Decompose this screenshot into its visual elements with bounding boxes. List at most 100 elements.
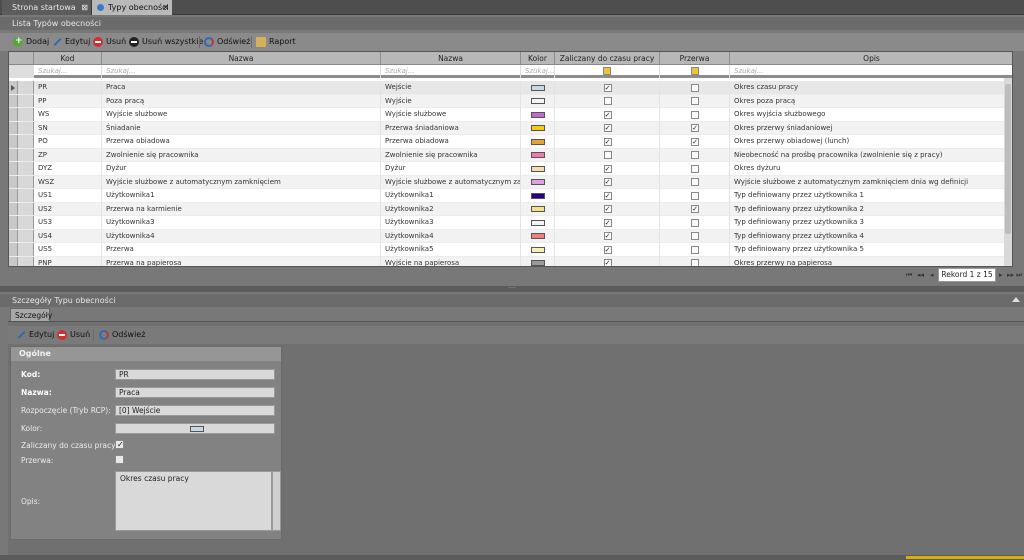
cell-zaliczany[interactable] — [555, 216, 660, 230]
cell-opis[interactable]: Wyjście służbowe z automatycznym zamknię… — [730, 175, 1006, 189]
cell-nazwa[interactable]: Wyjście służbowe — [102, 108, 381, 122]
cell-przerwa[interactable] — [660, 81, 730, 95]
grid-vertical-scrollbar[interactable] — [1004, 78, 1012, 266]
collapse-icon[interactable] — [1012, 297, 1020, 302]
cell-opis[interactable]: Typ definiowany przez użytkownika 3 — [730, 216, 1006, 230]
checkbox[interactable] — [603, 245, 612, 254]
cell-nazwa[interactable]: Śniadanie — [102, 121, 381, 135]
cell-opis[interactable]: Okres przerwy na papierosa — [730, 256, 1006, 266]
row-indicator[interactable] — [9, 202, 18, 215]
cell-nazwa2[interactable]: Użytkownika1 — [381, 189, 521, 203]
przerwa-checkbox[interactable] — [115, 455, 124, 464]
checkbox[interactable] — [691, 178, 699, 186]
cell-nazwa2[interactable]: Użytkownika3 — [381, 216, 521, 230]
opis-textarea[interactable]: Okres czasu pracy — [115, 471, 272, 531]
cell-kod[interactable]: ZP — [34, 148, 102, 162]
cell-nazwa2[interactable]: Wyjście służbowe — [381, 108, 521, 122]
cell-kod[interactable]: PNP — [34, 256, 102, 266]
cell-opis[interactable]: Okres wyjścia służbowego — [730, 108, 1006, 122]
cell-kolor[interactable] — [521, 162, 555, 176]
filter-opis-input[interactable]: Szukaj... — [730, 65, 1012, 78]
column-header-kod[interactable]: Kod — [34, 52, 102, 65]
row-indicator[interactable] — [9, 175, 18, 188]
cell-nazwa2[interactable]: Użytkownika4 — [381, 229, 521, 243]
table-row[interactable]: US4Użytkownika4Użytkownika4Typ definiowa… — [9, 229, 1012, 243]
column-header-nazwa[interactable]: Nazwa — [102, 52, 381, 65]
tab-typy-obecnosci[interactable]: Typy obecności ✕ — [92, 0, 172, 15]
checkbox[interactable] — [603, 232, 612, 240]
table-row[interactable]: ZP Zwolnienie się pracownika Zwolnienie si… — [9, 148, 1012, 162]
report-button[interactable]: Raport — [256, 36, 296, 48]
filter-przerwa-checkbox[interactable] — [691, 67, 699, 75]
cell-nazwa2[interactable]: Dyżur — [381, 162, 521, 176]
row-indicator[interactable] — [9, 229, 18, 242]
refresh-button[interactable]: Odśwież — [204, 36, 250, 48]
cell-przerwa[interactable] — [660, 229, 730, 243]
prev-page-button[interactable]: ◂◂ — [917, 271, 924, 279]
cell-zaliczany[interactable] — [555, 175, 660, 189]
rozpoczecie-field[interactable]: [0] Wejście — [115, 405, 275, 416]
add-button[interactable]: Dodaj — [13, 35, 49, 48]
checkbox[interactable] — [691, 245, 699, 254]
cell-kolor[interactable] — [521, 189, 555, 203]
filter-kod-input[interactable]: Szukaj... — [34, 65, 102, 78]
table-row[interactable]: US2Przerwa na karmienieUżytkownika2 Typ d… — [9, 202, 1012, 216]
detail-refresh-button[interactable]: Odśwież — [99, 329, 145, 341]
cell-przerwa[interactable] — [660, 108, 730, 122]
cell-kolor[interactable] — [521, 108, 555, 122]
cell-nazwa2[interactable]: Przerwa śniadaniowa — [381, 121, 521, 135]
cell-opis[interactable]: Okres poza pracą — [730, 94, 1006, 108]
cell-nazwa[interactable]: Wyjście służbowe z automatycznym zamknię… — [102, 175, 381, 189]
table-row[interactable]: DYZDyżurDyżurOkres dyżuru — [9, 162, 1012, 176]
kod-field[interactable]: PR — [115, 369, 275, 380]
row-indicator[interactable] — [9, 189, 18, 202]
row-indicator[interactable] — [9, 94, 18, 107]
cell-przerwa[interactable] — [660, 148, 730, 162]
cell-kolor[interactable] — [521, 256, 555, 266]
cell-kolor[interactable] — [521, 216, 555, 230]
cell-kolor[interactable] — [521, 121, 555, 135]
cell-kolor[interactable] — [521, 148, 555, 162]
cell-kod[interactable]: US1 — [34, 189, 102, 203]
filter-nazwa2-input[interactable]: Szukaj... — [381, 65, 521, 78]
cell-opis[interactable]: Okres dyżuru — [730, 162, 1006, 176]
cell-opis[interactable]: Typ definiowany przez użytkownika 1 — [730, 189, 1006, 203]
cell-kolor[interactable] — [521, 229, 555, 243]
table-row[interactable]: US5PrzerwaUżytkownika5 Typ definiowany pr… — [9, 243, 1012, 257]
column-header-nazwa2[interactable]: Nazwa — [381, 52, 521, 65]
cell-zaliczany[interactable] — [555, 229, 660, 243]
prev-record-button[interactable]: ◂ — [930, 271, 934, 279]
cell-nazwa[interactable]: Przerwa na papierosa — [102, 256, 381, 266]
cell-nazwa[interactable]: Dyżur — [102, 162, 381, 176]
next-record-button[interactable]: ▸ — [999, 271, 1003, 279]
cell-przerwa[interactable] — [660, 94, 730, 108]
table-row[interactable]: PNP Przerwa na papierosa Wyjście na papier… — [9, 256, 1012, 266]
checkbox[interactable] — [603, 110, 612, 119]
cell-nazwa[interactable]: Praca — [102, 81, 381, 95]
checkbox[interactable] — [603, 205, 612, 213]
table-row[interactable]: US3Użytkownika3Użytkownika3Typ definiowa… — [9, 216, 1012, 230]
checkbox[interactable] — [691, 259, 699, 266]
filter-kolor-input[interactable]: Szukaj... — [521, 65, 555, 78]
cell-kod[interactable]: PR — [34, 81, 102, 95]
row-indicator[interactable] — [9, 81, 18, 94]
cell-opis[interactable]: Okres przerwy obiadowej (lunch) — [730, 135, 1006, 149]
cell-opis[interactable]: Typ definiowany przez użytkownika 2 — [730, 202, 1006, 216]
close-icon[interactable]: ✕ — [162, 0, 169, 15]
row-indicator[interactable] — [9, 162, 18, 175]
cell-kod[interactable]: SN — [34, 121, 102, 135]
cell-kod[interactable]: PP — [34, 94, 102, 108]
cell-nazwa[interactable]: Użytkownika1 — [102, 189, 381, 203]
row-indicator[interactable] — [9, 148, 18, 161]
detail-delete-button[interactable]: Usuń — [57, 329, 90, 341]
cell-opis[interactable]: Nieobecność na prośbę pracownika (zwolni… — [730, 148, 1006, 162]
cell-nazwa2[interactable]: Wyjście służbowe z automatycznym zam... — [381, 175, 521, 189]
scrollbar-thumb[interactable] — [1005, 84, 1011, 234]
cell-zaliczany[interactable] — [555, 243, 660, 257]
cell-kod[interactable]: WS — [34, 108, 102, 122]
column-header-opis[interactable]: Opis — [730, 52, 1012, 65]
column-header-przerwa[interactable]: Przerwa — [660, 52, 730, 65]
table-row[interactable]: PRPracaWejście Okres czasu pracy — [9, 81, 1012, 95]
cell-przerwa[interactable] — [660, 121, 730, 135]
checkbox[interactable] — [691, 97, 699, 105]
